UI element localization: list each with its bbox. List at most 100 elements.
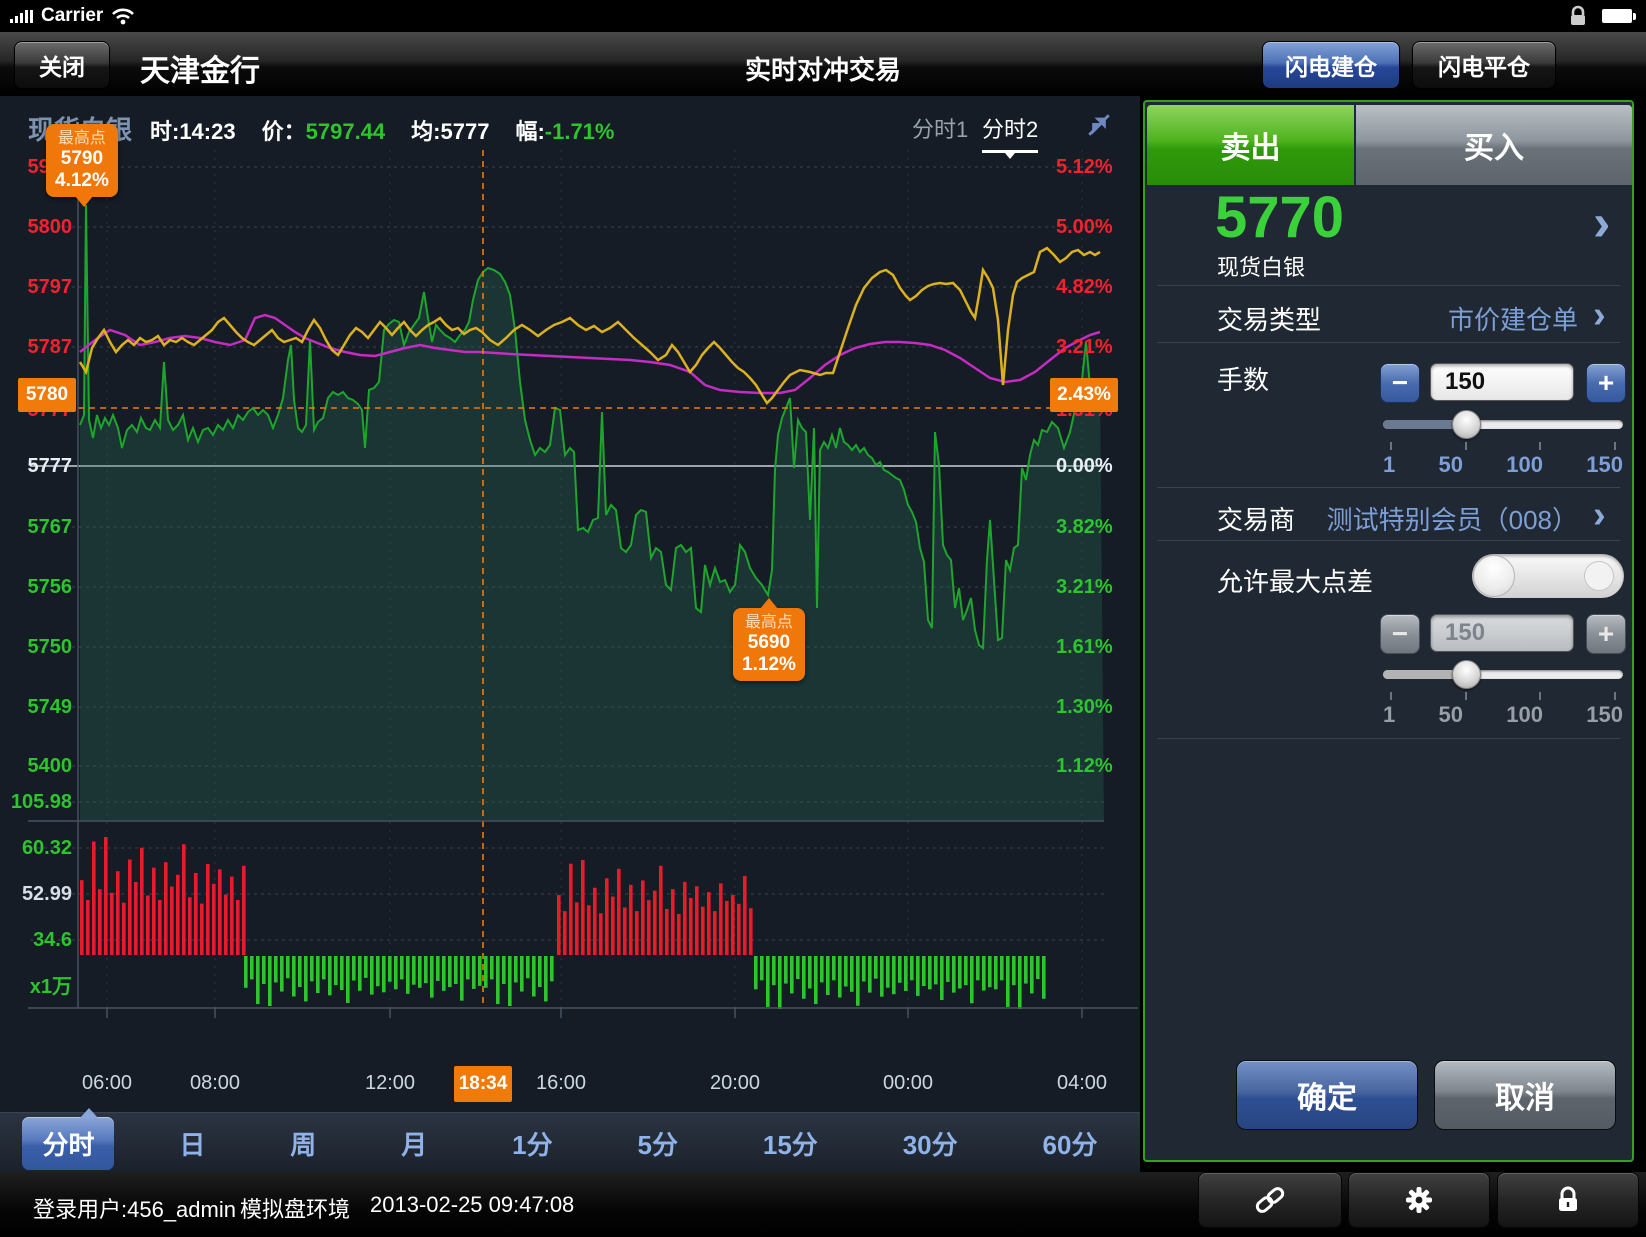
price-chevron-icon[interactable]: › xyxy=(1593,197,1610,249)
time-axis-label: 20:00 xyxy=(710,1072,760,1095)
period-tab-6[interactable]: 15分 xyxy=(743,1117,838,1170)
period-tab-2[interactable]: 周 xyxy=(270,1117,336,1170)
lock-icon xyxy=(1568,5,1588,27)
period-tab-5[interactable]: 5分 xyxy=(618,1117,698,1170)
period-tab-0[interactable]: 分时 xyxy=(22,1117,114,1170)
price-axis-label: 5756 xyxy=(0,576,72,598)
cancel-button[interactable]: 取消 xyxy=(1434,1060,1616,1130)
lots-slider[interactable] xyxy=(1383,410,1623,438)
view-tab-fenshi1[interactable]: 分时1 xyxy=(912,112,968,150)
spread-minus-button[interactable]: − xyxy=(1380,614,1420,654)
percent-axis-label: 1.61% xyxy=(1056,636,1113,658)
slider-tick-label: 100 xyxy=(1506,452,1543,478)
battery-icon xyxy=(1602,9,1636,23)
carrier-label: Carrier xyxy=(41,5,103,27)
slider-tick-label: 1 xyxy=(1383,702,1395,728)
time-axis-label: 08:00 xyxy=(190,1072,240,1095)
footer-bar: 登录用户:456_admin 模拟盘环境 2013-02-25 09:47:08 xyxy=(0,1172,1646,1237)
percent-axis-label: 3.21% xyxy=(1056,336,1113,358)
app-window: Carrier 关闭 天津金行 实时对冲交易 闪电建仓 闪电平仓 现货白银 时:… xyxy=(0,0,1646,1237)
slider-tick-label: 150 xyxy=(1586,452,1623,478)
link-button[interactable] xyxy=(1198,1172,1342,1228)
time-axis-label: 04:00 xyxy=(1057,1072,1107,1095)
flash-close-position-button[interactable]: 闪电平仓 xyxy=(1412,41,1556,89)
buy-tab[interactable]: 买入 xyxy=(1356,105,1632,185)
quote-info-segment: 时:14:23 xyxy=(150,119,236,144)
slider-tick-label: 150 xyxy=(1586,702,1623,728)
percent-axis-label: 1.12% xyxy=(1056,755,1113,777)
spread-plus-button[interactable]: + xyxy=(1586,614,1626,654)
spread-slider-thumb[interactable] xyxy=(1452,660,1481,689)
slider-tick-label: 100 xyxy=(1506,702,1543,728)
signal-strength-icon xyxy=(10,9,33,23)
trade-type-chevron-icon[interactable]: › xyxy=(1593,296,1606,334)
lots-input[interactable]: 150 xyxy=(1430,363,1574,401)
flash-open-position-button[interactable]: 闪电建仓 xyxy=(1262,41,1400,89)
quote-info-segment: 均:5777 xyxy=(411,119,489,144)
period-tab-4[interactable]: 1分 xyxy=(492,1117,572,1170)
spread-slider[interactable] xyxy=(1383,660,1623,688)
trade-panel: 卖出 买入 5770 现货白银 › 交易类型 市价建仓单 › 手数 − 150 … xyxy=(1143,100,1634,1162)
price-axis-label: 5777 xyxy=(0,455,72,477)
price-axis-label: 5767 xyxy=(0,516,72,538)
logged-in-user: 登录用户:456_admin xyxy=(33,1192,236,1224)
gear-icon xyxy=(1404,1185,1434,1215)
sell-tab[interactable]: 卖出 xyxy=(1147,105,1354,185)
time-axis-label: 16:00 xyxy=(536,1072,586,1095)
price-axis-label: 5800 xyxy=(0,216,72,238)
lots-minus-button[interactable]: − xyxy=(1380,363,1420,403)
price-axis-label: 5749 xyxy=(0,696,72,718)
lock-button[interactable] xyxy=(1497,1172,1639,1228)
status-bar: Carrier xyxy=(0,0,1646,32)
lots-plus-button[interactable]: + xyxy=(1586,363,1626,403)
view-tab-fenshi2[interactable]: 分时2 xyxy=(982,112,1038,153)
panel-instrument-label: 现货白银 xyxy=(1217,250,1305,282)
datetime-label: 2013-02-25 09:47:08 xyxy=(370,1192,574,1218)
quote-info-segment: 价： xyxy=(262,119,306,144)
percent-axis-label: 3.82% xyxy=(1056,516,1113,538)
period-tab-3[interactable]: 月 xyxy=(381,1117,447,1170)
price-axis-label: 5797 xyxy=(0,276,72,298)
period-tab-8[interactable]: 60分 xyxy=(1023,1117,1118,1170)
lots-slider-thumb[interactable] xyxy=(1452,410,1481,439)
broker-label: 交易商 xyxy=(1217,500,1295,537)
confirm-button[interactable]: 确定 xyxy=(1236,1060,1418,1130)
max-spread-toggle[interactable] xyxy=(1472,554,1624,598)
broker-chevron-icon[interactable]: › xyxy=(1593,496,1606,534)
trade-type-value[interactable]: 市价建仓单 xyxy=(1448,300,1578,337)
period-tab-bar: 分时日周月 1分 5分 15分 30分 60分 xyxy=(0,1112,1140,1173)
volume-axis-label: 34.6 xyxy=(0,929,72,951)
percent-axis-label: 5.12% xyxy=(1056,156,1113,178)
time-marker: 18:34 xyxy=(454,1066,512,1102)
max-spread-label: 允许最大点差 xyxy=(1217,562,1373,599)
chart-canvas xyxy=(0,96,1140,1172)
quote-info-segment: -1.71% xyxy=(545,119,615,144)
link-icon xyxy=(1253,1187,1287,1213)
spread-input[interactable]: 150 xyxy=(1430,614,1574,652)
slider-tick-label: 1 xyxy=(1383,452,1395,478)
time-axis-label: 12:00 xyxy=(365,1072,415,1095)
broker-value[interactable]: 测试特别会员（008） xyxy=(1327,500,1578,537)
extreme-point-annotation: 最高点57904.12% xyxy=(46,124,118,197)
percent-axis-label: 3.21% xyxy=(1056,576,1113,598)
price-axis-label: 5787 xyxy=(0,336,72,358)
current-price-marker-left: 5780 xyxy=(18,378,76,412)
period-tab-1[interactable]: 日 xyxy=(159,1117,225,1170)
quote-info-segment: 5797.44 xyxy=(306,119,386,144)
footer-lock-icon xyxy=(1556,1186,1580,1214)
price-axis-label: 5750 xyxy=(0,636,72,658)
collapse-arrows-icon[interactable] xyxy=(1086,112,1112,138)
period-tab-7[interactable]: 30分 xyxy=(883,1117,978,1170)
percent-axis-label: 4.82% xyxy=(1056,276,1113,298)
wifi-icon xyxy=(111,7,135,25)
settings-button[interactable] xyxy=(1348,1172,1490,1228)
spread-slider-ticks: 150100150 xyxy=(1383,702,1623,728)
percent-axis-label: 1.30% xyxy=(1056,696,1113,718)
price-axis-label: 5400 xyxy=(0,755,72,777)
environment-label: 模拟盘环境 xyxy=(240,1192,350,1224)
toggle-knob[interactable] xyxy=(1473,555,1515,597)
percent-axis-label: 0.00% xyxy=(1056,455,1113,477)
volume-axis-label: 105.98 xyxy=(0,791,72,813)
slider-tick-label: 50 xyxy=(1439,702,1463,728)
extreme-point-annotation: 最高点56901.12% xyxy=(733,608,805,681)
